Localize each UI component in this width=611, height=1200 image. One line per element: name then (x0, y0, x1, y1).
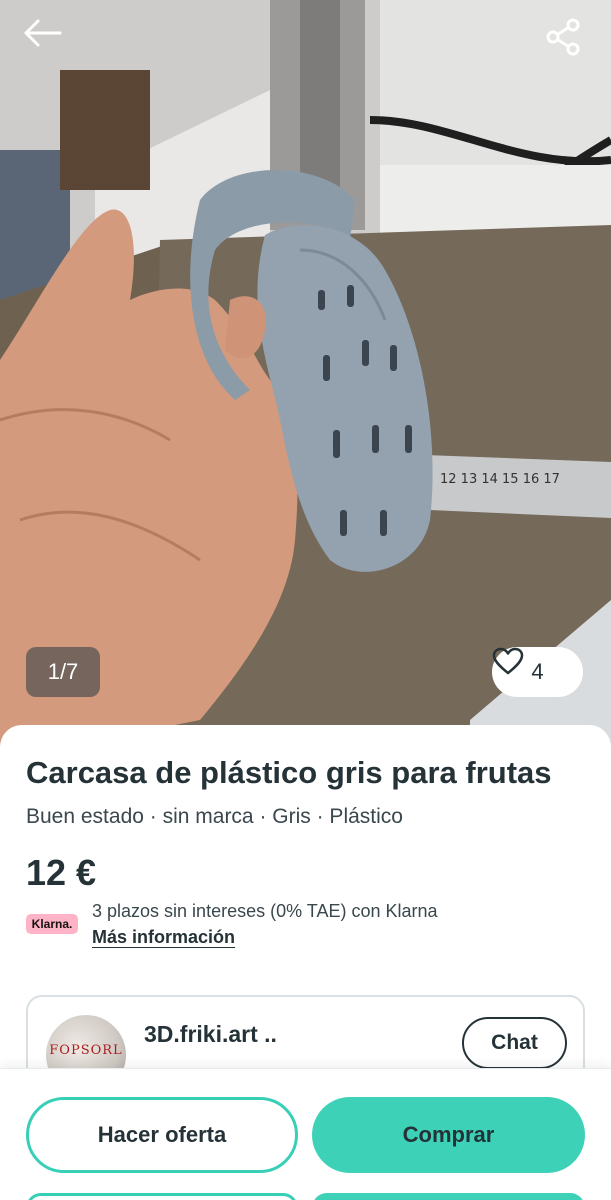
favorite-button[interactable]: 4 (492, 647, 583, 697)
arrow-left-icon (24, 19, 62, 47)
avatar-logo-text: FOPSORL (49, 1043, 123, 1058)
back-button[interactable] (22, 18, 66, 62)
product-price: 12 € (26, 852, 97, 893)
product-photo[interactable]: 12 13 14 15 16 17 1/7 4 (0, 0, 611, 760)
share-icon (546, 18, 580, 56)
seller-name[interactable]: 3D.friki.art .. (144, 1021, 277, 1048)
image-counter: 1/7 (26, 647, 100, 697)
bottom-action-bar: Hacer oferta Comprar (0, 1068, 611, 1200)
buy-button-shadow (312, 1193, 585, 1200)
klarna-installments-text: 3 plazos sin intereses (0% TAE) con Klar… (92, 901, 438, 921)
svg-text:12 13 14 15 16 17: 12 13 14 15 16 17 (440, 472, 560, 487)
buy-button[interactable]: Comprar (312, 1097, 585, 1173)
favorites-count: 4 (531, 659, 544, 684)
klarna-more-info-link[interactable]: Más información (92, 927, 235, 948)
product-attributes: Buen estado · sin marca · Gris · Plástic… (26, 805, 403, 828)
klarna-logo: Klarna. (26, 914, 78, 934)
product-title: Carcasa de plástico gris para frutas (26, 755, 552, 790)
make-offer-button[interactable]: Hacer oferta (26, 1097, 298, 1173)
product-image: 12 13 14 15 16 17 (0, 0, 611, 760)
share-button[interactable] (545, 18, 589, 62)
heart-icon (492, 647, 524, 675)
offer-button-shadow (26, 1193, 298, 1200)
chat-button[interactable]: Chat (462, 1017, 567, 1069)
